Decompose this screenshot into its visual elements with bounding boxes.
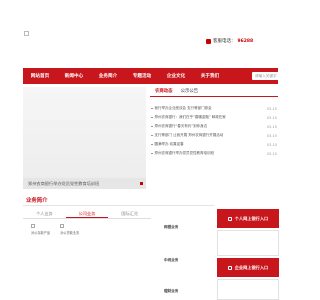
list-item[interactable]: 郑州农商银行：我们在乎“春暖金融” 邮政在家 03-15 — [151, 113, 278, 122]
news-date: 03-15 — [266, 133, 277, 138]
label-intermediary[interactable]: 中间业务 — [164, 258, 202, 263]
news-title[interactable]: 支行等部门 让我开展 郑州农商银行开展活动 — [151, 133, 224, 138]
banner-image[interactable]: 郑州农商银行举办党员党性教育培训班 — [23, 87, 146, 189]
news-title[interactable]: 圆满举办 欢喜迎春 — [151, 142, 184, 147]
news-date: 03-15 — [266, 106, 277, 111]
tab-personal[interactable]: 个人业务 — [23, 210, 66, 218]
loan-product-link[interactable]: 对公贷款业务 — [60, 224, 79, 235]
business-side-labels: 网银业务 中间业务 理财业务 — [164, 217, 202, 294]
loan-icon — [60, 224, 65, 228]
list-item[interactable]: 支行等部门 让我开展 郑州农商银行开展活动 03-15 — [151, 131, 278, 140]
lock-icon — [227, 265, 232, 270]
news-list: 我行举办企业座谈会 支行等部门参会 03-15 郑州农商银行：我们在乎“春暖金融”… — [151, 104, 278, 158]
list-item[interactable]: 我行举办企业座谈会 支行等部门参会 03-15 — [151, 104, 278, 113]
news-title[interactable]: 郑州农商银行：我们在乎“春暖金融” 邮政在家 — [151, 115, 226, 120]
deposit-product-link[interactable]: 对公存款产品 — [31, 224, 50, 235]
hotline-number: 96288 — [237, 38, 254, 44]
lock-icon — [227, 216, 232, 221]
divider — [23, 205, 214, 206]
label-wealth[interactable]: 理财业务 — [164, 289, 202, 294]
page: 客服电话： 96288 网站首页 新闻中心 业务简介 专题活动 企业文化 关于我… — [0, 0, 300, 300]
business-section-title: 业务简介 — [26, 198, 48, 204]
nav-item-news[interactable]: 新闻中心 — [57, 73, 91, 79]
nav-item-topics[interactable]: 专题活动 — [125, 73, 159, 79]
news-date: 03-15 — [266, 124, 277, 129]
list-item[interactable]: 圆满举办 欢喜迎春 03-15 — [151, 140, 278, 149]
business-tabs: 个人业务 公司业务 国际汇兑 — [23, 210, 151, 219]
nav-item-about[interactable]: 关于我们 — [193, 73, 227, 79]
list-item[interactable]: 郑州农商银行举办党员党性教育培训班 03-15 — [151, 149, 278, 158]
hotline-label: 客服电话： — [213, 39, 236, 44]
nav-item-culture[interactable]: 企业文化 — [159, 73, 193, 79]
news-title[interactable]: 郑州农商银行举办党员党性教育培训班 — [151, 151, 215, 156]
business-icons: 对公存款产品 对公贷款业务 — [31, 224, 79, 235]
nav-item-business[interactable]: 业务简介 — [91, 73, 125, 79]
corporate-ebank-label: 企业网上银行入口 — [234, 264, 269, 270]
corporate-ebank-button[interactable]: 企业网上银行入口 — [217, 258, 279, 277]
tab-announcements[interactable]: 公示公告 — [181, 88, 199, 96]
hotline: 客服电话： 96288 — [206, 38, 253, 44]
list-item[interactable]: 郑州农商银行“春天有约”到你身边 03-15 — [151, 122, 278, 131]
label-online-banking[interactable]: 网银业务 — [164, 225, 202, 230]
banner-dot[interactable] — [140, 182, 143, 185]
search-input[interactable]: 请输入关键字 — [252, 72, 296, 80]
tab-bank-news[interactable]: 农商动态 — [155, 88, 173, 96]
phone-icon — [206, 38, 211, 44]
deposit-label: 对公存款产品 — [31, 231, 51, 235]
personal-ebank-panel — [217, 230, 279, 256]
corporate-ebank-panel — [217, 279, 279, 300]
loan-label: 对公贷款业务 — [60, 231, 80, 235]
tab-corporate[interactable]: 公司业务 — [65, 210, 109, 218]
news-tabs: 农商动态 公示公告 — [150, 88, 278, 97]
tab-international[interactable]: 国际汇兑 — [108, 210, 151, 218]
news-date: 03-15 — [266, 151, 277, 156]
personal-ebank-button[interactable]: 个人网上银行入口 — [217, 209, 279, 228]
news-date: 03-15 — [266, 115, 277, 120]
logo-icon[interactable] — [24, 31, 29, 36]
nav-item-home[interactable]: 网站首页 — [23, 73, 57, 79]
deposit-icon — [31, 224, 35, 228]
news-title[interactable]: 我行举办企业座谈会 支行等部门参会 — [151, 106, 212, 111]
personal-ebank-label: 个人网上银行入口 — [234, 215, 269, 221]
news-date: 03-15 — [266, 142, 277, 147]
banner-caption[interactable]: 郑州农商银行举办党员党性教育培训班 — [23, 178, 146, 189]
main-nav: 网站首页 新闻中心 业务简介 专题活动 企业文化 关于我们 请输入关键字 — [23, 68, 296, 84]
news-title[interactable]: 郑州农商银行“春天有约”到你身边 — [151, 124, 208, 129]
